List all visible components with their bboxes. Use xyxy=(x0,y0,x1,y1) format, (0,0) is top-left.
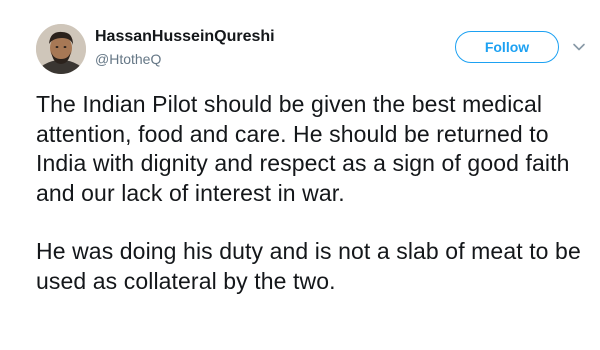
avatar[interactable] xyxy=(36,24,86,74)
display-name[interactable]: HassanHusseinQureshi xyxy=(95,27,275,47)
user-info: HassanHusseinQureshi @HtotheQ xyxy=(95,27,275,68)
tweet-paragraph: The Indian Pilot should be given the bes… xyxy=(36,91,570,206)
user-handle[interactable]: @HtotheQ xyxy=(95,50,275,68)
tweet-card: HassanHusseinQureshi @HtotheQ Follow The… xyxy=(0,0,600,350)
avatar-photo-icon xyxy=(36,24,86,74)
chevron-down-icon[interactable] xyxy=(572,40,586,54)
follow-button[interactable]: Follow xyxy=(455,31,559,63)
tweet-text: The Indian Pilot should be given the bes… xyxy=(36,90,596,296)
tweet-paragraph: He was doing his duty and is not a slab … xyxy=(36,238,581,294)
